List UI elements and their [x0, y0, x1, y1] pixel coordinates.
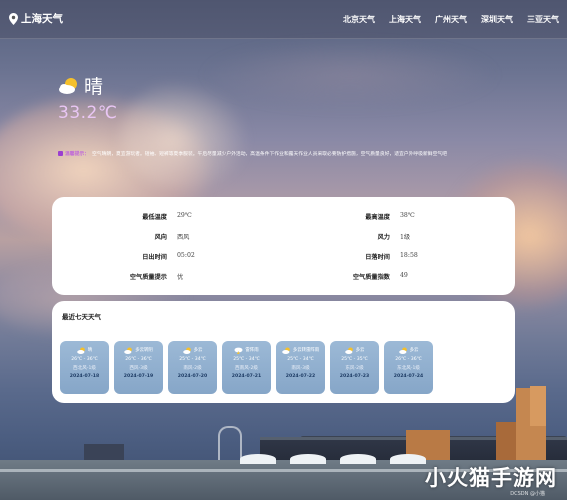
arch-structure — [218, 426, 242, 462]
storm-cloud-icon — [234, 347, 243, 356]
aqi-tip-value: 优 — [177, 274, 184, 281]
forecast-title: 最近七天天气 — [62, 313, 101, 321]
wind-level-label: 风力 — [377, 234, 390, 241]
sunset-label: 日落时间 — [365, 254, 390, 261]
forecast-wind: 西北风-1级 — [73, 366, 96, 371]
nav-shenzhen[interactable]: 深圳天气 — [481, 14, 513, 25]
low-temp-value: 29℃ — [177, 212, 192, 219]
forecast-day-card[interactable]: 多云 25℃ - 34℃ 南风-2级 2024-07-20 — [168, 341, 217, 394]
location-pin-icon — [9, 12, 18, 25]
wind-dir-label: 风向 — [154, 234, 167, 241]
forecast-day-card[interactable]: 多云转雷阵雨 25℃ - 34℃ 南风-3级 2024-07-22 — [276, 341, 325, 394]
nav-shanghai[interactable]: 上海天气 — [389, 14, 421, 25]
forecast-day-card[interactable]: 雷阵雨 25℃ - 34℃ 西南风-2级 2024-07-21 — [222, 341, 271, 394]
sun-cloud-icon — [344, 347, 354, 354]
forecast-date: 2024-07-20 — [177, 374, 208, 379]
page-background: 上海天气 北京天气 上海天气 广州天气 深圳天气 三亚天气 晴 33.2℃ 温馨… — [0, 0, 567, 500]
sunset-value: 18:58 — [400, 252, 418, 259]
nav-beijing[interactable]: 北京天气 — [343, 14, 375, 25]
building — [496, 422, 516, 462]
nav-guangzhou[interactable]: 广州天气 — [435, 14, 467, 25]
forecast-wind: 西南风-2级 — [235, 366, 258, 371]
sun-cloud-icon — [182, 347, 192, 354]
forecast-date: 2024-07-23 — [339, 374, 370, 379]
high-temp-label: 最高温度 — [365, 214, 390, 221]
sky-cloud — [120, 80, 250, 190]
forecast-condition: 晴 — [87, 348, 93, 353]
city-nav: 北京天气 上海天气 广州天气 深圳天气 三亚天气 — [343, 14, 559, 25]
forecast-temp: 25℃ - 34℃ — [179, 357, 206, 362]
current-condition: 晴 — [84, 76, 104, 98]
notice-text: 空气晴朗，夏宜游玩者。短袖、短裤等夏季服装。午后尽量减少户外活动，高温条件下作业… — [92, 152, 447, 157]
forecast-condition: 多云转阴 — [135, 348, 153, 353]
weather-notice: 温馨提示： 空气晴朗，夏宜游玩者。短袖、短裤等夏季服装。午后尽量减少户外活动，高温… — [58, 150, 514, 159]
sunrise-value: 05:02 — [177, 252, 195, 259]
forecast-temp: 26℃ - 36℃ — [71, 357, 98, 362]
nav-sanya[interactable]: 三亚天气 — [527, 14, 559, 25]
aqi-value: 49 — [400, 272, 408, 279]
sun-cloud-icon — [58, 77, 80, 95]
tent — [340, 454, 376, 464]
city-title-text: 上海天气 — [21, 13, 63, 25]
site-watermark-sub: DCSDN @小猫 — [510, 491, 545, 497]
notice-label: 温馨提示： — [58, 151, 89, 157]
forecast-condition: 多云转雷阵雨 — [292, 348, 320, 353]
forecast-wind: 南风-2级 — [183, 366, 202, 371]
forecast-condition: 多云 — [193, 348, 203, 353]
forecast-temp: 26℃ - 36℃ — [125, 357, 152, 362]
forecast-date: 2024-07-19 — [123, 374, 154, 379]
aqi-label: 空气质量指数 — [352, 274, 390, 281]
tent — [240, 454, 276, 464]
low-temp-label: 最低温度 — [142, 214, 167, 221]
forecast-date: 2024-07-18 — [69, 374, 100, 379]
forecast-temp: 25℃ - 34℃ — [233, 357, 260, 362]
building — [530, 386, 546, 426]
forecast-date: 2024-07-21 — [231, 374, 262, 379]
forecast-day-card[interactable]: 多云 25℃ - 35℃ 东风-2级 2024-07-23 — [330, 341, 379, 394]
forecast-wind: 东北风-1级 — [397, 366, 420, 371]
forecast-day-card[interactable]: 多云转阴 26℃ - 36℃ 西风-3级 2024-07-19 — [114, 341, 163, 394]
sky-cloud — [200, 40, 500, 110]
sun-cloud-icon — [398, 347, 408, 354]
forecast-temp: 26℃ - 36℃ — [395, 357, 422, 362]
today-stats-panel: 最低温度 29℃ 最高温度 38℃ 风向 西风 风力 1级 日出时间 05:02… — [52, 197, 515, 295]
wind-level-value: 1级 — [400, 234, 411, 241]
sun-cloud-icon — [282, 347, 291, 354]
tent — [290, 454, 326, 464]
forecast-list: 晴 26℃ - 36℃ 西北风-1级 2024-07-18 多云转阴 26℃ -… — [60, 341, 433, 394]
wind-dir-value: 西风 — [177, 234, 190, 241]
forecast-day-card[interactable]: 多云 26℃ - 36℃ 东北风-1级 2024-07-24 — [384, 341, 433, 394]
high-temp-value: 38℃ — [400, 212, 415, 219]
forecast-condition: 雷阵雨 — [245, 348, 259, 353]
forecast-wind: 西风-3级 — [129, 366, 148, 371]
city-title[interactable]: 上海天气 — [9, 11, 63, 26]
forecast-temp: 25℃ - 34℃ — [287, 357, 314, 362]
forecast-day-card[interactable]: 晴 26℃ - 36℃ 西北风-1级 2024-07-18 — [60, 341, 109, 394]
forecast-date: 2024-07-24 — [393, 374, 424, 379]
forecast-date: 2024-07-22 — [285, 374, 316, 379]
forecast-temp: 25℃ - 35℃ — [341, 357, 368, 362]
tent — [390, 454, 426, 464]
current-weather: 晴 33.2℃ — [58, 72, 117, 123]
top-nav-bar: 上海天气 北京天气 上海天气 广州天气 深圳天气 三亚天气 — [0, 0, 567, 39]
sunrise-label: 日出时间 — [142, 254, 167, 261]
seven-day-forecast-panel: 最近七天天气 晴 26℃ - 36℃ 西北风-1级 2024-07-18 多云转… — [52, 301, 515, 403]
forecast-wind: 东风-2级 — [345, 366, 364, 371]
sun-cloud-icon — [124, 347, 133, 354]
site-watermark: 小火猫手游网 — [425, 466, 557, 490]
forecast-condition: 多云 — [409, 348, 419, 353]
sun-cloud-icon — [76, 347, 86, 354]
current-temperature: 33.2℃ — [58, 103, 118, 123]
aqi-tip-label: 空气质量提示 — [129, 274, 167, 281]
forecast-condition: 多云 — [355, 348, 365, 353]
forecast-wind: 南风-3级 — [291, 366, 310, 371]
